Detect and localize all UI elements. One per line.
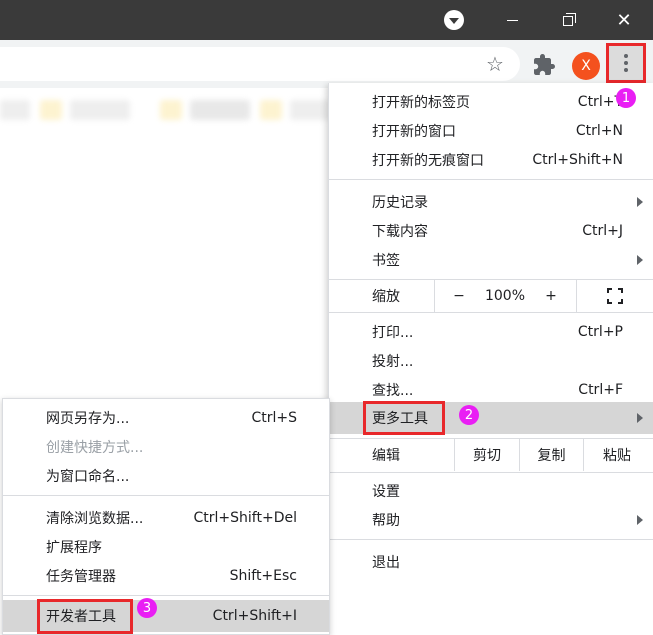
extensions-puzzle-icon[interactable] — [532, 53, 556, 77]
fullscreen-icon[interactable] — [607, 288, 623, 304]
submenu-item-name-window[interactable]: 为窗口命名... — [3, 461, 329, 490]
chrome-main-menu: 打开新的标签页 Ctrl+T 打开新的窗口 Ctrl+N 打开新的无痕窗口 Ct… — [328, 83, 653, 635]
submenu-item-task-manager[interactable]: 任务管理器 Shift+Esc — [3, 561, 329, 590]
menu-divider — [3, 495, 329, 496]
more-tools-submenu: 网页另存为... Ctrl+S 创建快捷方式... 为窗口命名... 清除浏览数… — [2, 398, 330, 635]
dev-tools-highlight-box — [37, 599, 133, 634]
menu-divider — [3, 595, 329, 596]
browser-toolbar: ☆ X — [0, 40, 653, 88]
menu-divider — [329, 312, 653, 313]
step-badge-1: 1 — [616, 88, 636, 108]
menu-divider — [329, 472, 653, 473]
menu-divider — [329, 539, 653, 540]
edit-row: 编辑 剪切 复制 粘贴 — [329, 439, 653, 471]
menu-item-bookmarks[interactable]: 书签 — [329, 245, 653, 274]
restore-button[interactable] — [548, 0, 588, 40]
cut-button[interactable]: 剪切 — [455, 439, 519, 471]
menu-item-print[interactable]: 打印... Ctrl+P — [329, 317, 653, 346]
chevron-down-icon — [444, 10, 464, 30]
step-badge-2: 2 — [459, 405, 479, 425]
menu-item-history[interactable]: 历史记录 — [329, 187, 653, 216]
menu-item-help[interactable]: 帮助 — [329, 505, 653, 534]
blurred-page-content — [0, 90, 330, 130]
copy-button[interactable]: 复制 — [520, 439, 583, 471]
menu-item-find[interactable]: 查找... Ctrl+F — [329, 375, 653, 404]
menu-item-new-tab[interactable]: 打开新的标签页 Ctrl+T — [329, 87, 653, 116]
chevron-right-icon — [637, 196, 643, 207]
minimize-button[interactable] — [492, 0, 532, 40]
chrome-menu-button[interactable] — [606, 43, 646, 83]
profile-avatar[interactable]: X — [572, 52, 600, 80]
submenu-item-create-shortcut: 创建快捷方式... — [46, 439, 144, 456]
chevron-right-icon — [637, 413, 643, 423]
submenu-item-clear-data[interactable]: 清除浏览数据... Ctrl+Shift+Del — [3, 503, 329, 532]
close-icon: ✕ — [616, 9, 632, 31]
zoom-label: 缩放 — [372, 289, 400, 305]
close-button[interactable]: ✕ — [604, 0, 644, 40]
chevron-right-icon — [637, 514, 643, 525]
edit-label: 编辑 — [372, 448, 400, 464]
submenu-item-save-page[interactable]: 网页另存为... Ctrl+S — [3, 403, 329, 432]
zoom-in-button[interactable]: + — [536, 280, 566, 312]
menu-item-cast[interactable]: 投射... — [329, 346, 653, 375]
bookmark-star-icon[interactable]: ☆ — [483, 52, 507, 76]
chevron-right-icon — [637, 254, 643, 265]
tab-search-button[interactable] — [434, 0, 474, 40]
kebab-dot — [624, 54, 628, 58]
zoom-level: 100% — [484, 288, 526, 304]
address-bar[interactable] — [0, 47, 520, 81]
menu-divider — [329, 179, 653, 180]
menu-item-incognito[interactable]: 打开新的无痕窗口 Ctrl+Shift+N — [329, 145, 653, 174]
submenu-item-extensions[interactable]: 扩展程序 — [3, 532, 329, 561]
zoom-row: 缩放 − 100% + — [329, 280, 653, 312]
menu-item-new-window[interactable]: 打开新的窗口 Ctrl+N — [329, 116, 653, 145]
menu-item-settings[interactable]: 设置 — [329, 476, 653, 505]
menu-item-downloads[interactable]: 下载内容 Ctrl+J — [329, 216, 653, 245]
minimize-icon — [506, 19, 518, 21]
step-badge-3: 3 — [137, 598, 157, 618]
menu-item-exit[interactable]: 退出 — [329, 547, 653, 576]
title-bar: ✕ — [0, 0, 653, 40]
paste-button[interactable]: 粘贴 — [584, 439, 650, 471]
more-tools-highlight-box — [363, 401, 445, 435]
zoom-out-button[interactable]: − — [444, 280, 474, 312]
